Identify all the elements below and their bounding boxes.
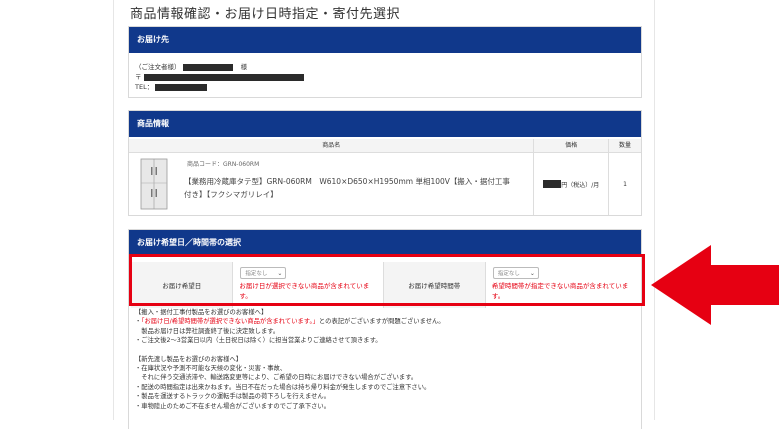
note-line: ・配送の時間指定は出来かねます。当日不在だった場合は持ち帰り料金が発生しますので… (135, 383, 431, 391)
red-arrow-icon (651, 245, 779, 325)
delivery-address-heading: お届け先 (129, 27, 641, 53)
note-line: 【搬入・据付工事付製品をお選びのお客様へ】 (135, 309, 268, 316)
note-line: 製品お届け日は弊社調査終了後に決定致します。 (135, 327, 280, 335)
product-info-section: 商品情報 商品名 価格 数量 商品コード：GRN-060RM 【業務用冷蔵庫タテ… (128, 110, 642, 216)
product-code: 商品コード：GRN-060RM (187, 161, 260, 168)
page-title: 商品情報確認・お届け日時指定・寄付先選択 (130, 7, 401, 22)
note-line: ・車物陸止のためご不在ません場合がございますのでご了承下さい。 (135, 402, 331, 410)
delivery-notes: 【搬入・据付工事付製品をお選びのお客様へ】 ・「お届け日/希望時間帯が選択できな… (135, 308, 635, 411)
product-table: 商品名 価格 数量 商品コード：GRN-060RM 【業務用冷蔵庫タテ型】GRN… (129, 139, 641, 215)
redacted-price (543, 180, 562, 188)
product-name-cell: 商品コード：GRN-060RM 【業務用冷蔵庫タテ型】GRN-060RM W61… (129, 153, 535, 215)
column-header-price: 価格 (534, 139, 610, 152)
redacted-address (143, 73, 304, 81)
note-line-highlight: ・「お届け日/希望時間帯が選択できない商品が含まれています。」との表記がございま… (135, 318, 445, 326)
product-price-cell: 円（税込）/月 (534, 153, 610, 215)
redacted-name (182, 63, 233, 71)
refrigerator-product-image[interactable] (139, 157, 169, 211)
postal-address-row: 〒 (135, 71, 304, 81)
delivery-datetime-heading: お届け希望日／時間帯の選択 (129, 230, 641, 256)
product-quantity: 1 (623, 180, 627, 188)
note-line: ・在庫状況や予測不可能な天候の変化・災害・事故、 (135, 365, 287, 373)
tel-label: TEL： (135, 83, 154, 91)
product-info-heading: 商品情報 (129, 111, 641, 137)
note-red-text: 「お届け日/希望時間帯が選択できない商品が含まれています。」 (141, 318, 319, 326)
note-line: ・ご注文後2～3営業日以内（土日祝日は除く）に担当営業よりご連絡させて頂きます。 (135, 337, 382, 345)
recipient-name-suffix: 様 (240, 63, 248, 71)
column-header-name: 商品名 (129, 139, 535, 152)
note-spacer (135, 346, 635, 355)
highlight-frame (129, 254, 645, 306)
note-line: ・製品を運送するトラックの運転手は製品の荷下ろしを行えません。 (135, 393, 331, 401)
redacted-tel (155, 83, 208, 91)
tel-row: TEL： (135, 81, 208, 91)
column-header-quantity: 数量 (619, 142, 632, 149)
recipient-name-label: （ご注文者様） (135, 63, 181, 71)
price-suffix: 円（税込）/月 (561, 181, 600, 189)
note-line: それに伴う交通渋滞や、輸送路変更等により、ご希望の日時にお届けできない場合がござ… (135, 374, 418, 382)
product-table-header: 商品名 価格 数量 (129, 139, 641, 153)
table-row: 商品コード：GRN-060RM 【業務用冷蔵庫タテ型】GRN-060RM W61… (129, 153, 641, 215)
delivery-address-section: お届け先 （ご注文者様） 様 〒 TEL： (128, 26, 642, 98)
postal-label: 〒 (135, 73, 142, 81)
recipient-name-row: （ご注文者様） 様 (135, 61, 247, 71)
product-name: 【業務用冷蔵庫タテ型】GRN-060RM W610×D650×H1950mm 単… (184, 177, 510, 199)
note-line: 【新先渡し製品をお選びのお客様へ】 (135, 355, 243, 363)
